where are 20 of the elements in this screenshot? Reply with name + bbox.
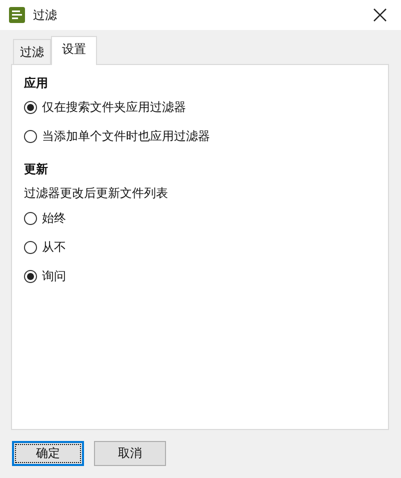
close-icon[interactable] xyxy=(373,8,387,22)
radio-button[interactable] xyxy=(24,270,37,283)
radio-button[interactable] xyxy=(24,241,37,254)
section-heading: 更新 xyxy=(24,161,49,178)
window-title: 过滤 xyxy=(33,6,58,24)
radio-label[interactable]: 询问 xyxy=(42,268,66,285)
radio-button[interactable] xyxy=(24,101,37,114)
radio-button[interactable] xyxy=(24,212,37,225)
radio-label[interactable]: 始终 xyxy=(42,210,66,227)
radio-label[interactable]: 当添加单个文件时也应用过滤器 xyxy=(42,128,210,145)
dialog-button[interactable]: 确定 xyxy=(12,441,84,466)
section-description: 过滤器更改后更新文件列表 xyxy=(24,185,169,202)
tab[interactable]: 过滤 xyxy=(13,39,51,64)
radio-label[interactable]: 仅在搜索文件夹应用过滤器 xyxy=(42,99,186,116)
app-icon xyxy=(8,6,26,24)
dialog-button[interactable]: 取消 xyxy=(94,441,166,466)
tab[interactable]: 设置 xyxy=(51,36,97,65)
radio-button[interactable] xyxy=(24,130,37,143)
section-heading: 应用 xyxy=(24,75,49,92)
radio-label[interactable]: 从不 xyxy=(42,239,66,256)
